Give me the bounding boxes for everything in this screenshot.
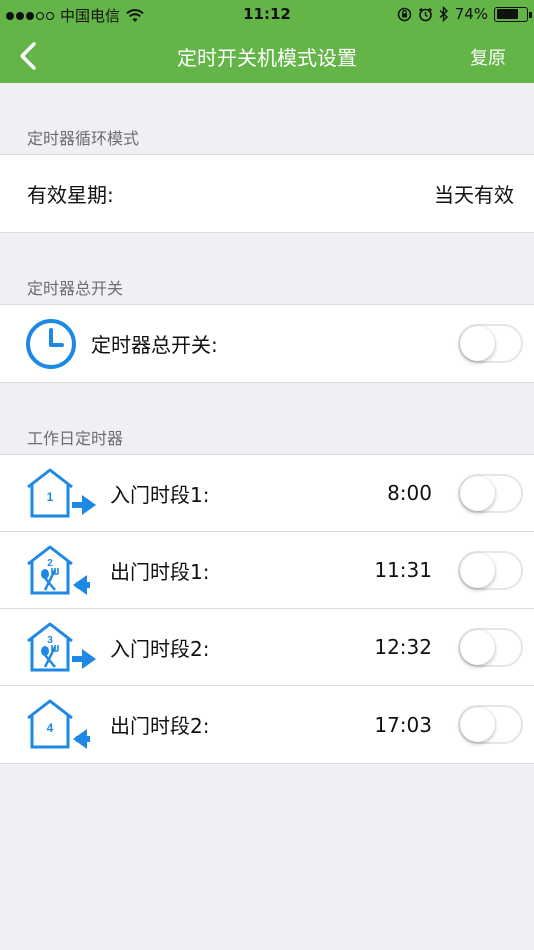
house-meal-exit-arrow-icon: 2 [27, 545, 90, 595]
timer-label: 出门时段1: [110, 559, 210, 584]
house-number: 4 [47, 721, 54, 735]
master-switch-row: 定时器总开关: [0, 305, 534, 382]
house-number: 1 [47, 490, 54, 504]
cycle-group: 有效星期: 当天有效 [0, 154, 534, 233]
clock-icon [26, 319, 76, 369]
effective-weekday-row[interactable]: 有效星期: 当天有效 [0, 155, 534, 232]
toggle-knob [460, 326, 495, 361]
house-number: 3 [47, 635, 53, 646]
effective-weekday-label: 有效星期: [27, 183, 114, 207]
restore-button[interactable]: 复原 [470, 44, 506, 70]
timer-toggle[interactable] [458, 551, 523, 590]
toggle-knob [460, 630, 495, 665]
timer-label: 出门时段2: [110, 714, 210, 738]
house-number: 2 [47, 558, 53, 569]
toggle-knob [460, 707, 495, 742]
timer-label: 入门时段2: [110, 636, 210, 661]
bluetooth-icon [439, 6, 448, 22]
navigation-bar: 定时开关机模式设置 复原 [0, 30, 534, 83]
house-enter-arrow-icon: 1 [27, 468, 96, 518]
house-exit-arrow-icon: 4 [27, 699, 90, 749]
timer-toggle[interactable] [458, 705, 523, 744]
top-bar: 中国电信 11:12 74% 定时开关机模式设置 复原 [0, 0, 534, 83]
toggle-knob [460, 553, 495, 588]
section-header-cycle: 定时器循环模式 [27, 129, 140, 148]
section-header-master: 定时器总开关 [27, 279, 124, 298]
timer-time[interactable]: 17:03 [374, 686, 432, 763]
workday-timer-group: 1 入门时段1: 8:00 2 出门时段1: 11:31 3 入门时段2: 12… [0, 454, 534, 764]
page-title: 定时开关机模式设置 [177, 46, 357, 70]
toggle-knob [460, 476, 495, 511]
battery-percent: 74% [454, 5, 488, 23]
timer-time[interactable]: 11:31 [374, 532, 432, 608]
timer-time[interactable]: 12:32 [374, 609, 432, 685]
master-switch-group: 定时器总开关: [0, 304, 534, 383]
orientation-lock-icon [397, 7, 411, 21]
timer-row-exit-2[interactable]: 4 出门时段2: 17:03 [0, 686, 534, 763]
timer-toggle[interactable] [458, 628, 523, 667]
status-bar: 中国电信 11:12 74% [0, 0, 534, 30]
master-switch-label: 定时器总开关: [91, 333, 218, 357]
battery-icon [494, 6, 532, 22]
master-switch-toggle[interactable] [458, 324, 523, 363]
timer-row-exit-1[interactable]: 2 出门时段1: 11:31 [0, 532, 534, 609]
effective-weekday-value: 当天有效 [434, 183, 514, 207]
house-meal-enter-arrow-icon: 3 [27, 622, 96, 672]
timer-row-enter-1[interactable]: 1 入门时段1: 8:00 [0, 455, 534, 532]
alarm-icon [418, 7, 432, 21]
section-header-workday: 工作日定时器 [27, 429, 124, 448]
timer-time[interactable]: 8:00 [387, 455, 432, 531]
timer-row-enter-2[interactable]: 3 入门时段2: 12:32 [0, 609, 534, 686]
timer-label: 入门时段1: [110, 482, 210, 507]
status-right: 74% [397, 5, 532, 23]
timer-toggle[interactable] [458, 474, 523, 513]
